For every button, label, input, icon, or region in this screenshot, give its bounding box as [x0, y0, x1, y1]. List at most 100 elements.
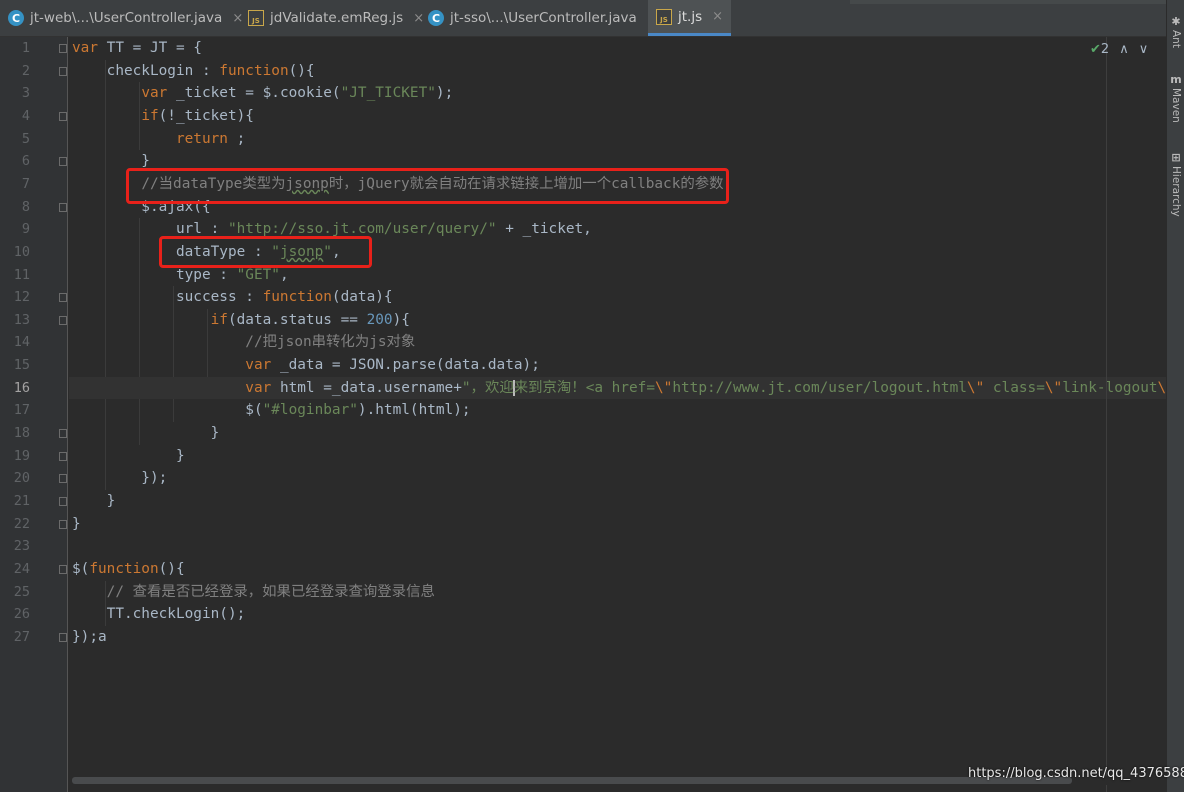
line-number: 18 — [13, 425, 30, 442]
fold-marker-icon[interactable] — [59, 497, 67, 506]
code-token: }); — [72, 470, 168, 487]
code-token: type : — [72, 266, 237, 283]
check-icon: ✔ — [1090, 42, 1101, 57]
line-number: 14 — [13, 334, 30, 351]
code-token: var — [245, 357, 272, 374]
code-token: return — [175, 130, 228, 147]
code-token: ).html(html); — [357, 402, 471, 419]
fold-marker-icon[interactable] — [59, 474, 67, 484]
code-token: class= — [984, 379, 1045, 396]
fold-marker-icon[interactable] — [59, 429, 67, 439]
line-number: 19 — [13, 447, 30, 464]
annotation-box-datatype — [159, 236, 372, 268]
code-token: link-logout — [1062, 379, 1158, 396]
code-token: (!_ticket){ — [158, 107, 254, 124]
fold-marker-icon[interactable] — [59, 157, 67, 167]
inspection-count: 2 — [1100, 42, 1110, 57]
annotation-box-comment — [126, 168, 729, 204]
code-token: "GET" — [236, 266, 280, 283]
line-number: 17 — [13, 402, 30, 419]
close-icon[interactable]: × — [232, 11, 243, 26]
fold-marker-icon[interactable] — [59, 44, 67, 53]
line-number: 26 — [13, 606, 30, 623]
line-number: 24 — [13, 560, 30, 577]
code-line: success : function(data){ — [72, 286, 393, 308]
code-line: checkLogin : function(){ — [72, 60, 315, 82]
code-line: if(!_ticket){ — [72, 105, 254, 127]
code-token: , — [279, 266, 289, 283]
code-token: \" — [966, 379, 985, 396]
java-class-icon: C — [8, 10, 24, 26]
fold-marker-icon[interactable] — [59, 66, 67, 76]
java-class-icon: C — [428, 10, 444, 26]
line-number: 7 — [21, 175, 30, 192]
code-line: } — [72, 490, 116, 512]
fold-marker-icon[interactable] — [59, 111, 67, 121]
code-token: checkLogin : — [72, 62, 220, 79]
code-line: } — [72, 513, 81, 535]
code-token: ); — [435, 85, 454, 102]
fold-marker-icon[interactable] — [59, 632, 67, 642]
tab-label: jt-web\...\UserController.java — [30, 10, 223, 26]
code-line: TT.checkLogin(); — [72, 603, 246, 625]
code-line: var _data = JSON.parse(data.data); — [72, 354, 540, 376]
code-token: // 查看是否已经登录，如果已经登录查询登录信息 — [106, 583, 435, 600]
hierarchy-tool-window[interactable]: ⊞ Hierarchy — [1168, 152, 1184, 217]
line-number: 8 — [21, 198, 30, 215]
line-number: 4 — [21, 107, 30, 124]
tab-jt-web-user-controller[interactable]: C jt-web\...\UserController.java × — [8, 0, 243, 36]
code-editor[interactable]: var TT = JT = { checkLogin : function(){… — [69, 37, 1166, 792]
code-token: TT = JT = { — [98, 40, 202, 56]
previous-highlight-icon[interactable]: ∧ — [1119, 42, 1129, 57]
maven-tool-window[interactable]: m Maven — [1168, 74, 1184, 123]
hierarchy-icon: ⊞ — [1171, 151, 1181, 164]
line-number: 3 — [21, 85, 30, 102]
code-token: \" — [1157, 379, 1166, 396]
code-line: } — [72, 445, 185, 467]
code-token: html =_data.username+ — [271, 379, 462, 396]
tab-jdvalidate-emreg[interactable]: JS jdValidate.emReg.js × — [248, 0, 424, 36]
fold-marker-icon[interactable] — [59, 202, 67, 212]
line-number: 20 — [13, 470, 30, 487]
code-token: \" — [1044, 379, 1063, 396]
fold-marker-icon[interactable] — [59, 519, 67, 529]
tab-bar-filler — [850, 0, 1166, 4]
fold-marker-icon[interactable] — [59, 451, 67, 461]
line-number: 9 — [21, 221, 30, 238]
code-token: var — [245, 379, 272, 396]
code-token: } — [72, 493, 116, 509]
tab-label: jt.js — [678, 8, 703, 25]
fold-marker-icon[interactable] — [59, 293, 67, 303]
code-line: if(data.status == 200){ — [72, 309, 410, 331]
line-number: 1 — [21, 40, 30, 56]
line-number: 12 — [13, 289, 30, 306]
code-token: 200 — [366, 311, 393, 328]
tab-jt-sso-user-controller[interactable]: C jt-sso\...\UserController.java × — [428, 0, 658, 36]
line-number: 5 — [21, 130, 30, 147]
code-line: return ; — [72, 128, 245, 150]
fold-marker-icon[interactable] — [59, 315, 67, 325]
line-number: 15 — [13, 357, 30, 374]
code-token: _data = JSON.parse(data.data); — [271, 357, 540, 374]
code-token: } — [72, 153, 150, 170]
code-token: ; — [227, 130, 246, 147]
tab-label: jdValidate.emReg.js — [270, 10, 404, 26]
code-line: $(function(){ — [72, 558, 185, 580]
code-token: TT.checkLogin(); — [72, 606, 246, 623]
fold-marker-icon[interactable] — [59, 564, 67, 574]
inspection-widget[interactable]: ✔2 ∧ ∨ — [1090, 42, 1148, 57]
close-icon[interactable]: × — [712, 9, 723, 24]
horizontal-scrollbar-thumb[interactable] — [72, 777, 1072, 784]
next-highlight-icon[interactable]: ∨ — [1139, 42, 1149, 57]
code-token: + _ticket, — [496, 221, 592, 238]
tab-jt-js[interactable]: JS jt.js × — [648, 0, 732, 36]
ant-tool-window[interactable]: ✱ Ant — [1168, 16, 1184, 48]
code-line: }); — [72, 467, 167, 489]
line-number: 27 — [13, 628, 30, 645]
code-token: $( — [72, 402, 263, 419]
close-icon[interactable]: × — [413, 11, 424, 26]
code-token: } — [72, 515, 81, 532]
